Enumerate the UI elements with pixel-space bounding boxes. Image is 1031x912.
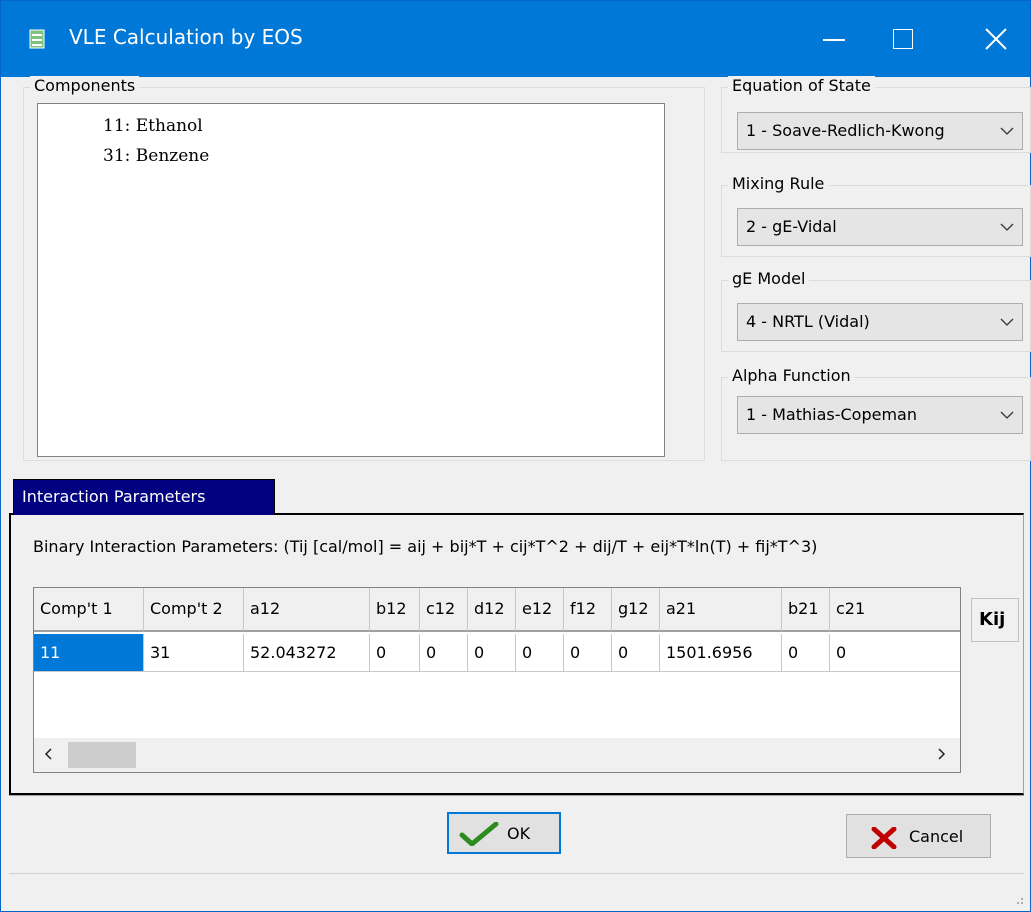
column-header[interactable]: Comp't 2 <box>144 588 244 632</box>
ge-model-select[interactable]: 4 - NRTL (Vidal) <box>737 303 1023 341</box>
components-listbox[interactable]: 11: Ethanol 31: Benzene <box>37 103 665 457</box>
horizontal-scrollbar[interactable] <box>34 738 960 772</box>
table-cell[interactable]: 0 <box>468 634 516 672</box>
tab-interaction-parameters[interactable]: Interaction Parameters <box>13 479 275 515</box>
eos-label: Equation of State <box>728 76 875 95</box>
title-bar[interactable]: VLE Calculation by EOS <box>1 1 1030 77</box>
ge-label: gE Model <box>728 269 810 288</box>
minimize-icon <box>823 39 845 41</box>
close-icon <box>985 28 1007 50</box>
column-header[interactable]: g12 <box>612 588 660 632</box>
close-button[interactable] <box>951 1 1031 77</box>
scroll-right-icon[interactable] <box>934 747 948 761</box>
chevron-down-icon <box>1000 127 1014 135</box>
table-cell[interactable]: 1501.6956 <box>660 634 782 672</box>
app-icon <box>29 29 45 49</box>
eos-select[interactable]: 1 - Soave-Redlich-Kwong <box>737 112 1023 150</box>
mixing-value: 2 - gE-Vidal <box>746 217 837 236</box>
divider <box>9 795 1024 796</box>
column-header[interactable]: c12 <box>420 588 468 632</box>
resize-grip-icon[interactable] <box>1012 893 1024 905</box>
formula-label: Binary Interaction Parameters: (Tij [cal… <box>33 537 818 556</box>
kij-button[interactable]: Kij <box>971 598 1019 642</box>
ge-value: 4 - NRTL (Vidal) <box>746 312 870 331</box>
table-cell[interactable]: 52.043272 <box>244 634 370 672</box>
chevron-down-icon <box>1000 223 1014 231</box>
vle-dialog: VLE Calculation by EOS Components 11: Et… <box>0 0 1031 912</box>
ok-label: OK <box>507 824 531 843</box>
cancel-x-icon <box>871 827 897 849</box>
cancel-button[interactable]: Cancel <box>846 814 991 858</box>
column-header[interactable]: Comp't 1 <box>34 588 144 632</box>
parameters-grid[interactable]: Comp't 1 Comp't 2 a12 b12 c12 d12 e12 f1… <box>33 587 961 773</box>
mixing-label: Mixing Rule <box>728 174 829 193</box>
chevron-down-icon <box>1000 318 1014 326</box>
alpha-value: 1 - Mathias-Copeman <box>746 405 917 424</box>
window-title: VLE Calculation by EOS <box>69 25 303 49</box>
table-cell[interactable]: 11 <box>34 634 144 672</box>
components-label: Components <box>30 76 140 95</box>
list-item[interactable]: 31: Benzene <box>103 146 209 166</box>
cancel-label: Cancel <box>909 827 964 846</box>
column-header[interactable]: f12 <box>564 588 612 632</box>
table-cell[interactable]: 0 <box>516 634 564 672</box>
alpha-function-select[interactable]: 1 - Mathias-Copeman <box>737 396 1023 434</box>
table-cell[interactable]: 31 <box>144 634 244 672</box>
table-cell[interactable]: 0 <box>564 634 612 672</box>
eos-value: 1 - Soave-Redlich-Kwong <box>746 121 945 140</box>
column-header[interactable]: c21 <box>830 588 960 632</box>
list-item[interactable]: 11: Ethanol <box>103 116 203 136</box>
checkmark-icon <box>459 822 499 846</box>
table-cell[interactable]: 0 <box>420 634 468 672</box>
table-cell[interactable]: 0 <box>612 634 660 672</box>
scrollbar-thumb[interactable] <box>68 742 136 768</box>
scroll-left-icon[interactable] <box>42 747 56 761</box>
table-cell[interactable]: 0 <box>370 634 420 672</box>
kij-label: Kij <box>979 609 1006 630</box>
table-cell[interactable]: 0 <box>782 634 830 672</box>
ok-button[interactable]: OK <box>447 812 561 854</box>
column-header[interactable]: a12 <box>244 588 370 632</box>
table-cell[interactable]: 0 <box>830 634 960 672</box>
column-header[interactable]: d12 <box>468 588 516 632</box>
column-header[interactable]: b21 <box>782 588 830 632</box>
maximize-icon <box>893 29 913 49</box>
chevron-down-icon <box>1000 411 1014 419</box>
alpha-label: Alpha Function <box>728 366 855 385</box>
maximize-button[interactable] <box>859 1 951 77</box>
column-header[interactable]: e12 <box>516 588 564 632</box>
column-header[interactable]: b12 <box>370 588 420 632</box>
mixing-rule-select[interactable]: 2 - gE-Vidal <box>737 208 1023 246</box>
status-bar-divider <box>9 873 1024 874</box>
tab-label: Interaction Parameters <box>22 487 206 506</box>
column-header[interactable]: a21 <box>660 588 782 632</box>
